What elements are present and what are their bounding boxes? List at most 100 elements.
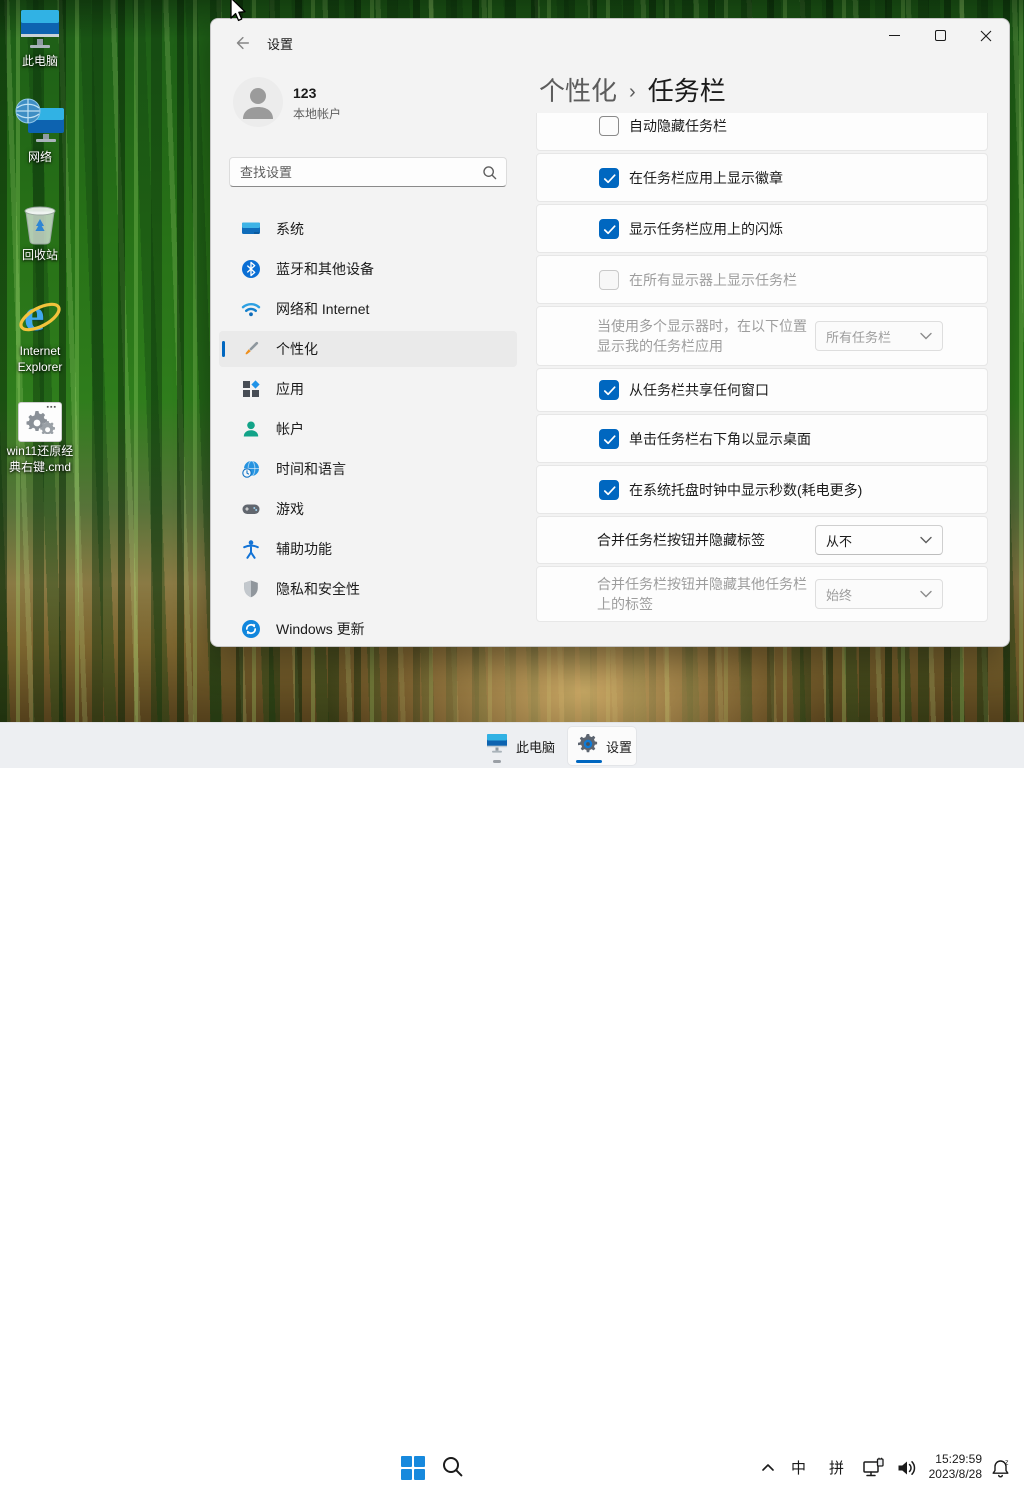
sidebar-item-label: 系统	[276, 219, 304, 239]
sidebar-item-system[interactable]: 系统	[219, 211, 517, 247]
recycle-bin-icon	[4, 200, 76, 246]
setting-row-auto-hide[interactable]: 自动隐藏任务栏	[536, 113, 988, 151]
taskbar-search-button[interactable]	[440, 1454, 466, 1485]
chevron-down-icon	[920, 590, 932, 598]
checkbox[interactable]	[599, 480, 619, 500]
setting-row-badges[interactable]: 在任务栏应用上显示徽章	[536, 153, 988, 202]
setting-label: 单击任务栏右下角以显示桌面	[629, 429, 969, 449]
tray-date: 2023/8/28	[912, 1467, 982, 1482]
sidebar-item-accessibility[interactable]: 辅助功能	[219, 531, 517, 567]
personalization-brush-icon	[241, 339, 261, 359]
breadcrumb-separator-icon: ›	[617, 81, 648, 103]
dropdown[interactable]: 始终	[815, 579, 943, 609]
sidebar-item-personalization[interactable]: 个性化	[219, 331, 517, 367]
ime-language-indicator[interactable]: 中	[791, 1457, 806, 1478]
accounts-icon	[241, 419, 261, 439]
back-button[interactable]	[227, 28, 257, 58]
maximize-icon	[935, 30, 946, 41]
checkbox[interactable]	[599, 168, 619, 188]
setting-row-all-displays[interactable]: 在所有显示器上显示任务栏	[536, 255, 988, 304]
sidebar-item-gaming[interactable]: 游戏	[219, 491, 517, 527]
close-button[interactable]	[963, 20, 1009, 51]
taskbar-button-label: 设置	[606, 737, 632, 756]
dropdown[interactable]: 从不	[815, 525, 943, 555]
checkbox[interactable]	[599, 116, 619, 136]
apps-icon	[241, 379, 261, 399]
minimize-icon	[889, 30, 900, 41]
sidebar-item-time-language[interactable]: 时间和语言	[219, 451, 517, 487]
taskbar-button-settings[interactable]: 设置	[568, 727, 636, 765]
this-pc-icon	[484, 731, 510, 761]
tray-show-hidden-icons[interactable]	[760, 1461, 776, 1479]
sidebar-item-label: 蓝牙和其他设备	[276, 259, 374, 279]
setting-row-combine-buttons-other[interactable]: 合并任务栏按钮并隐藏其他任务栏上的标签 始终	[536, 566, 988, 622]
breadcrumb-parent[interactable]: 个性化	[539, 76, 617, 106]
tray-clock[interactable]: 15:29:59 2023/8/28	[912, 1452, 982, 1482]
minimize-button[interactable]	[871, 20, 917, 51]
search-box[interactable]	[229, 157, 507, 187]
maximize-button[interactable]	[917, 20, 963, 51]
svg-text:z: z	[1005, 1460, 1009, 1467]
sidebar-item-network[interactable]: 网络和 Internet	[219, 291, 517, 327]
checkbox[interactable]	[599, 380, 619, 400]
sidebar-item-accounts[interactable]: 帐户	[219, 411, 517, 447]
cmd-script-icon: ▪▪▪	[4, 396, 76, 442]
taskbar: 此电脑 设置 中 拼 15:29:59 2023/8/28 z	[0, 722, 1024, 768]
settings-list: 自动隐藏任务栏 在任务栏应用上显示徽章 显示任务栏应用上的闪烁 在所有显示器上显…	[536, 113, 988, 625]
taskbar-button-this-pc[interactable]: 此电脑	[476, 727, 562, 765]
windows-update-icon	[241, 619, 261, 639]
sidebar-item-bluetooth[interactable]: 蓝牙和其他设备	[219, 251, 517, 287]
sidebar-nav: 系统 蓝牙和其他设备 网络和 Internet 个性化 应用 帐户	[219, 211, 517, 647]
back-arrow-icon	[233, 34, 251, 52]
checkbox[interactable]	[599, 270, 619, 290]
avatar	[233, 77, 283, 127]
mouse-cursor	[225, 0, 249, 32]
dropdown[interactable]: 所有任务栏	[815, 321, 943, 351]
breadcrumb-current: 任务栏	[648, 76, 726, 106]
notification-bell-icon[interactable]: z	[990, 1458, 1012, 1484]
search-input[interactable]	[230, 158, 506, 186]
desktop-icon-network[interactable]: 网络	[4, 102, 76, 166]
desktop-icon-label: 回收站	[4, 248, 76, 264]
sidebar-item-apps[interactable]: 应用	[219, 371, 517, 407]
bluetooth-icon	[241, 259, 261, 279]
checkbox[interactable]	[599, 219, 619, 239]
desktop-icon-recycle-bin[interactable]: 回收站	[4, 200, 76, 264]
setting-row-multi-monitor-location[interactable]: 当使用多个显示器时，在以下位置显示我的任务栏应用 所有任务栏	[536, 306, 988, 366]
setting-label: 当使用多个显示器时，在以下位置显示我的任务栏应用	[597, 316, 809, 356]
setting-row-flashing[interactable]: 显示任务栏应用上的闪烁	[536, 204, 988, 253]
chevron-down-icon	[920, 332, 932, 340]
setting-label: 在所有显示器上显示任务栏	[629, 270, 969, 290]
sidebar-item-label: 帐户	[276, 419, 304, 439]
sidebar-item-label: 应用	[276, 379, 304, 399]
time-language-icon	[241, 459, 261, 479]
tray-time: 15:29:59	[912, 1452, 982, 1467]
sidebar-item-privacy[interactable]: 隐私和安全性	[219, 571, 517, 607]
start-button[interactable]	[401, 1456, 425, 1480]
setting-row-clock-seconds[interactable]: 在系统托盘时钟中显示秒数(耗电更多)	[536, 465, 988, 514]
ime-mode-indicator[interactable]: 拼	[829, 1457, 844, 1478]
setting-row-share-window[interactable]: 从任务栏共享任何窗口	[536, 368, 988, 412]
network-tray-icon[interactable]	[862, 1457, 886, 1484]
windows-logo-icon	[401, 1456, 425, 1480]
sidebar-item-label: 网络和 Internet	[276, 299, 369, 319]
dropdown-value: 始终	[826, 585, 852, 604]
network-icon	[4, 102, 76, 148]
desktop-icon-this-pc[interactable]: 此电脑	[4, 6, 76, 70]
desktop-icon-internet-explorer[interactable]: e Internet Explorer	[4, 296, 76, 375]
sidebar-item-label: 游戏	[276, 499, 304, 519]
gaming-icon	[241, 499, 261, 519]
sidebar-item-label: 时间和语言	[276, 459, 346, 479]
search-icon	[440, 1454, 466, 1480]
sidebar-item-label: 隐私和安全性	[276, 579, 360, 599]
chevron-down-icon	[920, 536, 932, 544]
sidebar-item-windows-update[interactable]: Windows 更新	[219, 611, 517, 647]
setting-row-combine-buttons[interactable]: 合并任务栏按钮并隐藏标签 从不	[536, 516, 988, 564]
titlebar[interactable]: 设置	[211, 19, 1009, 67]
setting-row-show-desktop[interactable]: 单击任务栏右下角以显示桌面	[536, 414, 988, 463]
setting-label: 自动隐藏任务栏	[629, 116, 969, 136]
setting-label: 合并任务栏按钮并隐藏标签	[597, 530, 809, 550]
settings-gear-icon	[576, 732, 600, 761]
checkbox[interactable]	[599, 429, 619, 449]
desktop-icon-cmd-script[interactable]: ▪▪▪ win11还原经典右键.cmd	[4, 396, 76, 475]
